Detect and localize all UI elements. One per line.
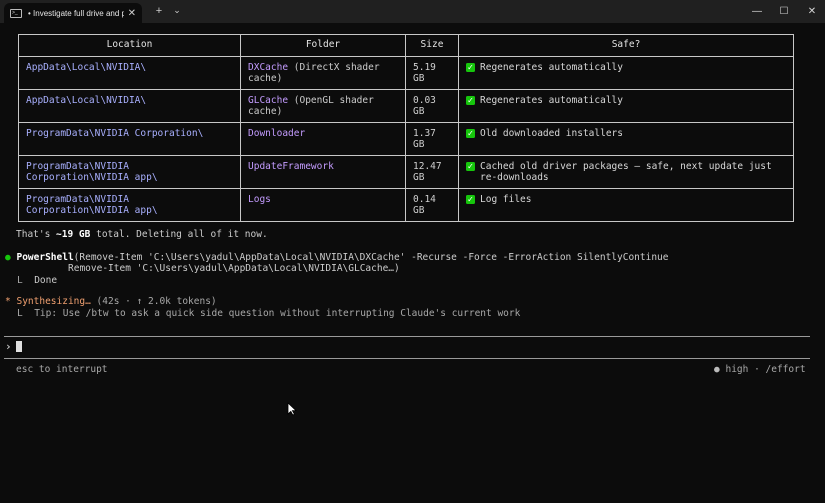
check-icon: ✓ (466, 129, 475, 138)
prompt-top-border (4, 336, 810, 337)
folder-name: GLCache (248, 95, 289, 106)
tool-result-line: L Done (17, 275, 57, 287)
title-bar: >_ • Investigate full drive and pе ✕ + ⌄… (0, 0, 825, 23)
check-icon: ✓ (466, 96, 475, 105)
cell-safe: ✓ Regenerates automatically (458, 56, 794, 90)
cell-safe: ✓ Regenerates automatically (458, 89, 794, 123)
summary-amount: ~19 GB (56, 229, 91, 240)
cell-folder: DXCache (DirectX shader cache) (240, 56, 406, 90)
header-size: Size (405, 34, 459, 57)
cell-location: AppData\Local\NVIDIA\ (18, 89, 241, 123)
table-row: ProgramData\NVIDIA Corporation\ Download… (18, 122, 794, 156)
tab-title: • Investigate full drive and pе (28, 8, 124, 18)
folder-name: UpdateFramework (248, 161, 334, 172)
new-tab-button[interactable]: + (153, 0, 165, 23)
terminal-tab[interactable]: >_ • Investigate full drive and pе ✕ (4, 3, 142, 23)
effort-indicator[interactable]: ● high · /effort (714, 364, 806, 376)
folder-name: Logs (248, 194, 271, 205)
mouse-pointer-icon (287, 402, 297, 416)
summary-line: That's ~19 GB total. Deleting all of it … (16, 229, 268, 241)
table-row: ProgramData\NVIDIA Corporation\NVIDIA ap… (18, 188, 794, 222)
spinner-icon: * (5, 296, 11, 307)
tip-text: Tip: Use /btw to ask a quick side questi… (34, 308, 521, 319)
safe-text: Log files (480, 194, 532, 205)
folder-name: Downloader (248, 128, 306, 139)
safe-text: Cached old driver packages — safe, next … (480, 161, 772, 183)
cell-location: ProgramData\NVIDIA Corporation\ (18, 122, 241, 156)
cell-folder: UpdateFramework (240, 155, 406, 189)
cell-size: 0.14 GB (405, 188, 459, 222)
table-row: ProgramData\NVIDIA Corporation\NVIDIA ap… (18, 155, 794, 189)
close-tab-icon[interactable]: ✕ (128, 8, 136, 19)
header-safe: Safe? (458, 34, 794, 57)
cell-location: ProgramData\NVIDIA Corporation\NVIDIA ap… (18, 188, 241, 222)
cell-size: 1.37 GB (405, 122, 459, 156)
tool-name: PowerShell (16, 252, 74, 263)
cell-safe: ✓ Cached old driver packages — safe, next… (458, 155, 794, 189)
cell-location: AppData\Local\NVIDIA\ (18, 56, 241, 90)
minimize-button[interactable]: — (742, 0, 772, 23)
tip-prefix: L (17, 308, 23, 319)
status-line: * Synthesizing… (42s · ↑ 2.0k tokens) (5, 296, 217, 308)
summary-pre: That's (16, 229, 57, 240)
cell-location: ProgramData\NVIDIA Corporation\NVIDIA ap… (18, 155, 241, 189)
status-label: Synthesizing… (16, 296, 91, 307)
table-header-row: Location Folder Size Safe? (18, 34, 794, 57)
table-row: AppData\Local\NVIDIA\ GLCache (OpenGL sh… (18, 89, 794, 123)
interrupt-hint: esc to interrupt (16, 364, 108, 375)
effort-dot-icon: ● (714, 364, 720, 375)
summary-post: total. Deleting all of it now. (90, 229, 268, 240)
cell-folder: Downloader (240, 122, 406, 156)
prompt-bottom-border (4, 358, 810, 359)
text-cursor (15, 341, 22, 352)
cell-safe: ✓ Log files (458, 188, 794, 222)
safe-text: Old downloaded installers (480, 128, 623, 139)
check-icon: ✓ (466, 195, 475, 204)
cell-size: 5.19 GB (405, 56, 459, 90)
header-location: Location (18, 34, 241, 57)
prompt-input[interactable]: › (5, 341, 22, 353)
safe-text: Regenerates automatically (480, 95, 623, 106)
tool-status-dot: ● (5, 252, 11, 263)
header-folder: Folder (240, 34, 406, 57)
terminal-icon: >_ (10, 8, 22, 18)
prompt-symbol: › (5, 340, 12, 353)
maximize-button[interactable]: ☐ (769, 0, 799, 23)
cache-table: Location Folder Size Safe? AppData\Local… (18, 34, 794, 222)
cell-size: 0.03 GB (405, 89, 459, 123)
tip-line: L Tip: Use /btw to ask a quick side ques… (17, 308, 520, 320)
safe-text: Regenerates automatically (480, 62, 623, 73)
result-prefix: L (17, 275, 23, 286)
table-row: AppData\Local\NVIDIA\ DXCache (DirectX s… (18, 56, 794, 90)
tool-result: Done (34, 275, 58, 286)
close-window-button[interactable]: ✕ (797, 0, 825, 23)
check-icon: ✓ (466, 63, 475, 72)
cell-size: 12.47 GB (405, 155, 459, 189)
check-icon: ✓ (466, 162, 475, 171)
effort-text: high · /effort (725, 364, 806, 375)
tool-command-line2: Remove-Item 'C:\Users\yadul\AppData\Loca… (68, 263, 400, 274)
cell-folder: Logs (240, 188, 406, 222)
cell-safe: ✓ Old downloaded installers (458, 122, 794, 156)
status-meta: (42s · ↑ 2.0k tokens) (90, 296, 217, 307)
tool-command-line1: (Remove-Item 'C:\Users\yadul\AppData\Loc… (73, 252, 669, 263)
folder-name: DXCache (248, 62, 289, 73)
cell-folder: GLCache (OpenGL shader cache) (240, 89, 406, 123)
chevron-down-icon[interactable]: ⌄ (171, 0, 183, 20)
